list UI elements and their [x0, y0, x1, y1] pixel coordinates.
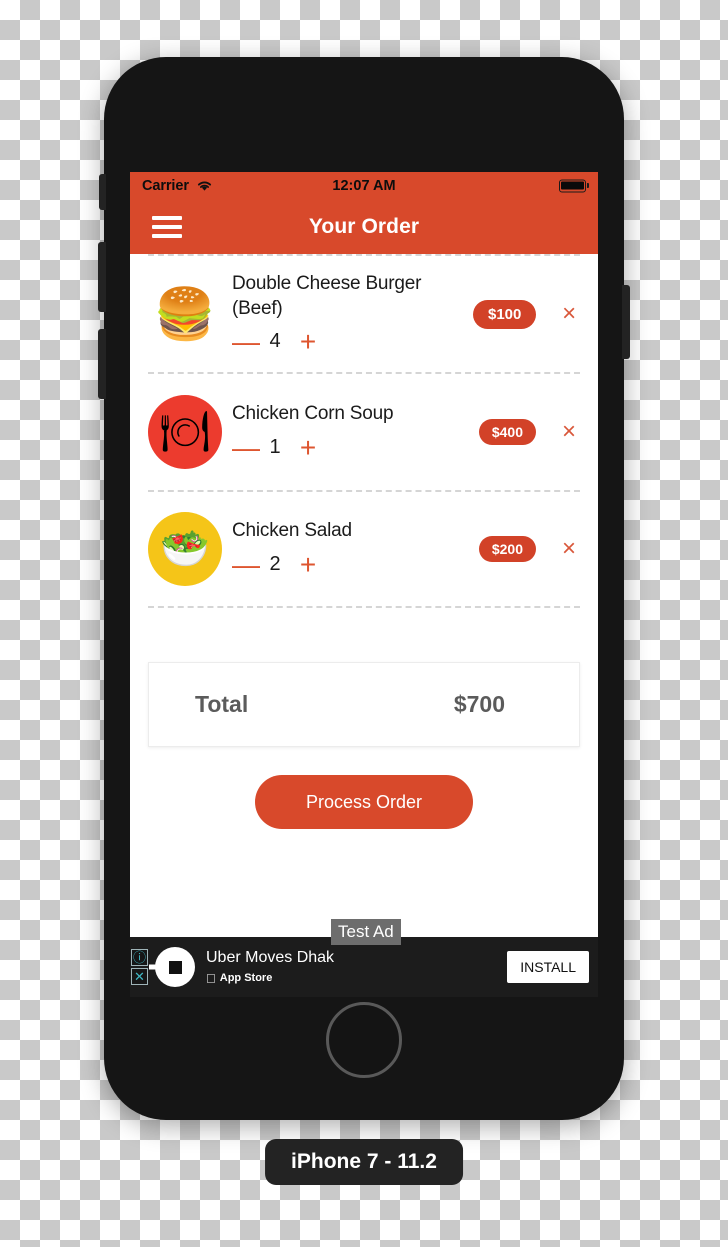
quantity-value: 2	[269, 553, 281, 576]
ad-banner[interactable]: ⓘ ✕ Uber Moves Dhak  App Store INSTALL …	[130, 919, 598, 997]
page-title: Your Order	[308, 214, 420, 238]
process-order-button[interactable]: Process Order	[255, 775, 473, 829]
salad-bowl-icon: 🥗	[148, 512, 222, 586]
uber-logo-icon	[155, 947, 195, 987]
decrement-quantity-button[interactable]: —	[232, 550, 260, 579]
ad-info-icon[interactable]: ⓘ	[131, 949, 148, 966]
ad-store-text: App Store	[210, 972, 273, 984]
increment-quantity-button[interactable]: +	[298, 550, 318, 579]
remove-item-button[interactable]: ×	[558, 420, 580, 444]
ad-title: Uber Moves Dhak	[206, 948, 335, 966]
order-item-body: Chicken Salad — 2 +	[228, 519, 479, 578]
ad-close-icon[interactable]: ✕	[131, 968, 148, 985]
quantity-stepper: — 4 +	[232, 327, 473, 356]
order-item-name: Chicken Salad	[232, 520, 352, 542]
quantity-stepper: — 1 +	[232, 433, 479, 462]
order-item-row: 🍔 Double Cheese Burger (Beef) — 4 + $100…	[148, 254, 580, 372]
decrement-quantity-button[interactable]: —	[232, 327, 260, 356]
order-item-name: Double Cheese Burger (Beef)	[232, 273, 422, 319]
order-item-row: 🍽 Chicken Corn Soup — 1 + $400 ×	[148, 372, 580, 490]
remove-item-button[interactable]: ×	[558, 537, 580, 561]
total-label: Total	[195, 691, 249, 717]
quantity-value: 1	[269, 436, 281, 459]
order-item-body: Double Cheese Burger (Beef) — 4 +	[228, 272, 473, 356]
device-name-label: iPhone 7 - 11.2	[265, 1139, 463, 1185]
remove-item-button[interactable]: ×	[558, 302, 580, 326]
hamburger-menu-icon[interactable]	[152, 215, 182, 238]
menu-bar-2	[152, 224, 182, 229]
order-items-list: 🍔 Double Cheese Burger (Beef) — 4 + $100…	[130, 254, 598, 608]
battery-full-icon	[559, 179, 586, 192]
price-badge: $100	[472, 299, 537, 329]
volume-up-button[interactable]	[98, 242, 106, 312]
increment-quantity-button[interactable]: +	[298, 327, 318, 356]
phone-device-frame: Carrier 12:07 AM Your Order 🍔 Double Che…	[98, 57, 630, 1120]
ad-text-block: Uber Moves Dhak  App Store	[206, 949, 334, 986]
status-bar: Carrier 12:07 AM	[130, 172, 598, 199]
navigation-bar: Your Order	[130, 199, 598, 254]
volume-down-button[interactable]	[98, 329, 106, 399]
menu-bar-1	[152, 215, 182, 220]
quantity-stepper: — 2 +	[232, 550, 479, 579]
power-button[interactable]	[622, 285, 630, 359]
order-item-name: Chicken Corn Soup	[232, 403, 394, 425]
price-badge: $400	[478, 419, 536, 445]
order-item-row: 🥗 Chicken Salad — 2 + $200 ×	[148, 490, 580, 608]
quantity-value: 4	[269, 330, 281, 353]
decrement-quantity-button[interactable]: —	[232, 433, 260, 462]
plate-cutlery-icon: 🍽	[148, 395, 222, 469]
ad-store-label:  App Store	[206, 971, 334, 986]
ad-controls: ⓘ ✕	[131, 949, 149, 985]
status-time: 12:07 AM	[332, 177, 396, 194]
menu-bar-3	[152, 233, 182, 238]
hamburger-food-icon: 🍔	[153, 286, 217, 342]
install-button[interactable]: INSTALL	[507, 951, 589, 983]
order-item-body: Chicken Corn Soup — 1 +	[228, 402, 479, 461]
apple-logo-icon: 	[206, 971, 216, 986]
order-total-card: Total $700	[148, 662, 580, 747]
mute-switch[interactable]	[99, 174, 106, 210]
increment-quantity-button[interactable]: +	[298, 433, 318, 462]
phone-screen: Carrier 12:07 AM Your Order 🍔 Double Che…	[130, 172, 598, 997]
total-value: $700	[453, 691, 505, 717]
test-ad-label: Test Ad	[331, 919, 401, 945]
price-badge: $200	[478, 536, 536, 562]
home-button[interactable]	[326, 1002, 402, 1078]
